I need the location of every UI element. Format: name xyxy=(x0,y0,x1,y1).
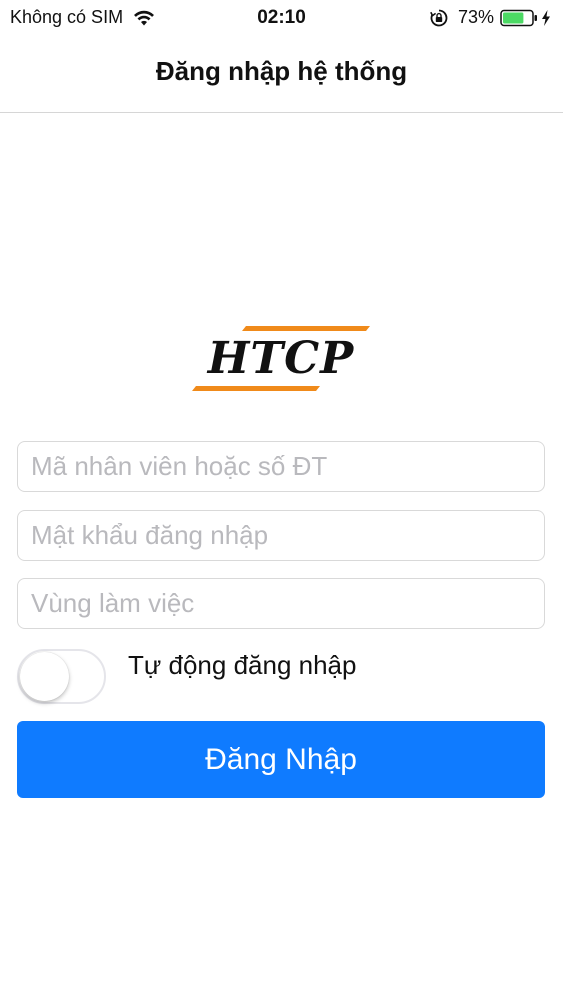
password-input[interactable] xyxy=(17,510,545,561)
charging-bolt-icon xyxy=(542,9,550,26)
status-right: 73% xyxy=(430,7,551,28)
workspace-input[interactable] xyxy=(17,578,545,629)
page-title: Đăng nhập hệ thống xyxy=(155,56,408,86)
orientation-lock-icon xyxy=(430,9,448,26)
toggle-knob xyxy=(20,652,69,701)
nav-bar: Đăng nhập hệ thống xyxy=(0,36,563,113)
auto-login-toggle[interactable] xyxy=(17,649,106,704)
battery-percent: 73% xyxy=(457,7,494,27)
logo-text: HTCP xyxy=(207,333,355,384)
employee-id-input[interactable] xyxy=(17,441,545,492)
auto-login-label: Tự động đăng nhập xyxy=(128,650,357,680)
login-screen: Không có SIM 02:10 73% Đăng nhập hệ thốn… xyxy=(0,0,563,1000)
battery-icon xyxy=(500,9,537,26)
status-bar: Không có SIM 02:10 73% xyxy=(0,0,563,36)
htcp-logo: HTCP xyxy=(190,322,372,396)
login-button[interactable]: Đăng Nhập xyxy=(17,721,545,798)
